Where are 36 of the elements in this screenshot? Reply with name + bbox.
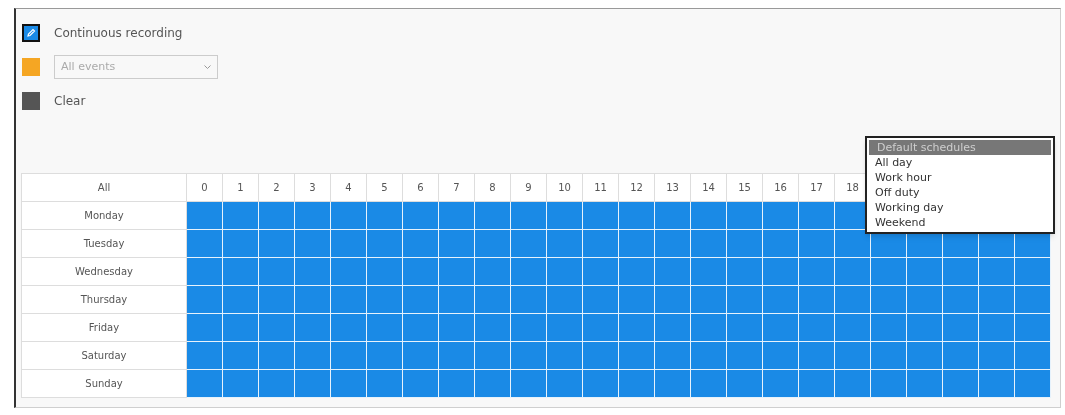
hour-header: 10 — [546, 173, 583, 202]
legend-label: Continuous recording — [54, 25, 183, 42]
menu-option[interactable]: All day — [867, 155, 1053, 170]
hour-header: 0 — [186, 173, 223, 202]
hour-header: 2 — [258, 173, 295, 202]
select-all-cell[interactable]: All — [21, 173, 187, 202]
menu-option[interactable]: Weekend — [867, 215, 1053, 230]
legend-label: Clear — [54, 93, 86, 110]
hour-header: 7 — [438, 173, 475, 202]
day-label[interactable]: Friday — [21, 313, 187, 342]
hour-header: 14 — [690, 173, 727, 202]
hour-header: 16 — [762, 173, 799, 202]
hour-header: 11 — [582, 173, 619, 202]
hour-header: 9 — [510, 173, 547, 202]
day-label[interactable]: Saturday — [21, 341, 187, 370]
color-swatch[interactable] — [22, 24, 40, 42]
day-label[interactable]: Thursday — [21, 285, 187, 314]
pencil-icon — [26, 28, 36, 38]
color-swatch[interactable] — [22, 92, 40, 110]
menu-header: Default schedules — [869, 140, 1051, 155]
day-label[interactable]: Tuesday — [21, 229, 187, 258]
hour-header: 17 — [798, 173, 835, 202]
day-label[interactable]: Wednesday — [21, 257, 187, 286]
hour-header: 13 — [654, 173, 691, 202]
hour-header: 3 — [294, 173, 331, 202]
hour-header: 1 — [222, 173, 259, 202]
hour-header: 4 — [330, 173, 367, 202]
hour-header: 12 — [618, 173, 655, 202]
menu-option[interactable]: Working day — [867, 200, 1053, 215]
hour-header: 5 — [366, 173, 403, 202]
day-label[interactable]: Monday — [21, 201, 187, 230]
day-label[interactable]: Sunday — [21, 369, 187, 398]
hour-header: 15 — [726, 173, 763, 202]
caret-icon — [204, 65, 211, 69]
hour-header: 6 — [402, 173, 439, 202]
hour-header: 8 — [474, 173, 511, 202]
